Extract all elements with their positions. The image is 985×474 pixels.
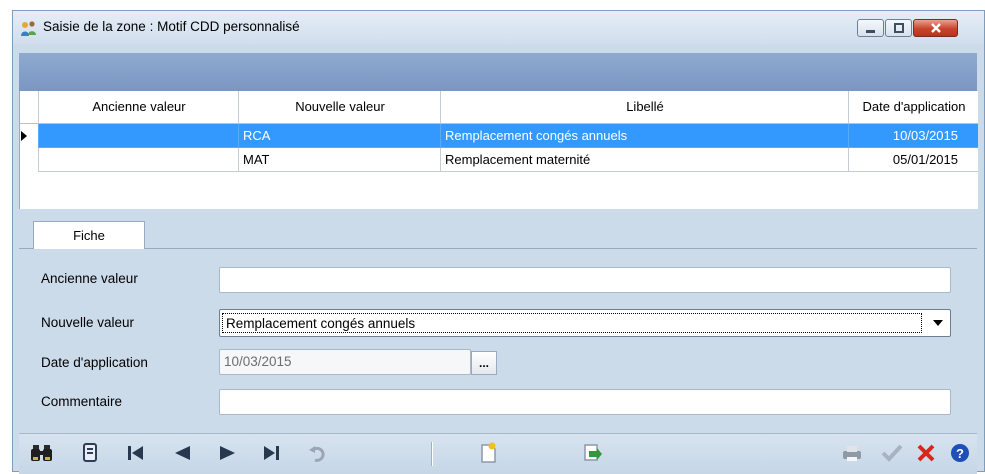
row-indicator (20, 148, 39, 172)
search-button[interactable] (29, 440, 55, 466)
chevron-down-icon (933, 320, 943, 326)
cell-date[interactable]: 10/03/2015 (848, 124, 978, 148)
first-record-button[interactable] (123, 440, 149, 466)
cell-date[interactable]: 05/01/2015 (848, 148, 978, 172)
cell-libelle[interactable]: Remplacement congés annuels (440, 124, 848, 148)
undo-icon (309, 446, 325, 462)
nouvelle-valeur-select[interactable]: Remplacement congés annuels (219, 309, 951, 337)
current-row-arrow-icon (21, 131, 27, 141)
window-title: Saisie de la zone : Motif CDD personnali… (43, 19, 300, 34)
close-button[interactable] (913, 19, 958, 37)
print-icon (843, 446, 861, 461)
binoculars-icon (31, 445, 52, 461)
next-record-icon (220, 446, 235, 460)
minimize-icon (865, 30, 875, 33)
copy-record-icon (584, 444, 602, 461)
maximize-button[interactable] (885, 19, 912, 37)
previous-record-button[interactable] (169, 440, 195, 466)
column-header-libelle[interactable]: Libellé (440, 91, 849, 123)
cell-libelle[interactable]: Remplacement maternité (440, 148, 848, 172)
grid-header: Ancienne valeur Nouvelle valeur Libellé … (20, 91, 978, 124)
bottom-toolbar: ? (19, 433, 977, 474)
validate-icon (881, 444, 903, 462)
column-header-nouvelle[interactable]: Nouvelle valeur (238, 91, 441, 123)
print-button[interactable] (839, 440, 865, 466)
header-strip (19, 53, 977, 91)
table-row[interactable]: MAT Remplacement maternité 05/01/2015 (20, 148, 978, 172)
record-form: Fiche Ancienne valeur Nouvelle valeur Re… (19, 221, 977, 433)
last-record-icon (264, 446, 279, 460)
new-record-icon (481, 442, 496, 463)
form-body: Ancienne valeur Nouvelle valeur Remplace… (19, 249, 977, 433)
commentaire-field[interactable] (219, 389, 951, 415)
close-icon (930, 23, 941, 33)
previous-record-icon (175, 446, 190, 460)
column-header-date[interactable]: Date d'application (848, 91, 979, 123)
book-button[interactable] (77, 440, 103, 466)
delete-button[interactable] (913, 440, 939, 466)
first-record-icon (128, 446, 143, 460)
maximize-icon (893, 23, 904, 33)
title-bar[interactable]: Saisie de la zone : Motif CDD personnali… (13, 11, 984, 44)
svg-text:?: ? (956, 446, 964, 461)
date-application-label: Date d'application (41, 355, 148, 370)
new-record-button[interactable] (475, 440, 501, 466)
row-indicator (20, 124, 39, 148)
app-icon (19, 19, 39, 37)
delete-icon (917, 444, 935, 462)
undo-button[interactable] (305, 440, 331, 466)
ancienne-valeur-field[interactable] (219, 267, 951, 293)
help-icon: ? (951, 444, 969, 462)
last-record-button[interactable] (259, 440, 285, 466)
cell-ancienne[interactable] (38, 124, 238, 148)
next-record-button[interactable] (215, 440, 241, 466)
book-icon (83, 443, 97, 462)
cell-ancienne[interactable] (38, 148, 238, 172)
column-header-ancienne[interactable]: Ancienne valeur (38, 91, 239, 123)
date-application-field[interactable]: 10/03/2015 (219, 349, 471, 375)
copy-record-button[interactable] (579, 440, 605, 466)
date-picker-button[interactable]: ... (471, 351, 497, 375)
tab-fiche[interactable]: Fiche (33, 221, 145, 249)
nouvelle-valeur-selected: Remplacement congés annuels (222, 313, 922, 333)
dialog-window: Saisie de la zone : Motif CDD personnali… (12, 10, 985, 474)
table-row[interactable]: RCA Remplacement congés annuels 10/03/20… (20, 124, 978, 148)
validate-button[interactable] (879, 440, 905, 466)
help-button[interactable]: ? (947, 440, 973, 466)
nouvelle-valeur-label: Nouvelle valeur (41, 315, 135, 330)
cell-nouvelle[interactable]: MAT (238, 148, 440, 172)
grid-empty-area (20, 173, 978, 209)
cell-nouvelle[interactable]: RCA (238, 124, 440, 148)
minimize-button[interactable] (857, 19, 884, 37)
dropdown-button[interactable] (924, 310, 950, 336)
values-grid: Ancienne valeur Nouvelle valeur Libellé … (19, 91, 978, 209)
ancienne-valeur-label: Ancienne valeur (41, 271, 138, 286)
toolbar-separator (431, 442, 433, 466)
commentaire-label: Commentaire (41, 394, 123, 409)
